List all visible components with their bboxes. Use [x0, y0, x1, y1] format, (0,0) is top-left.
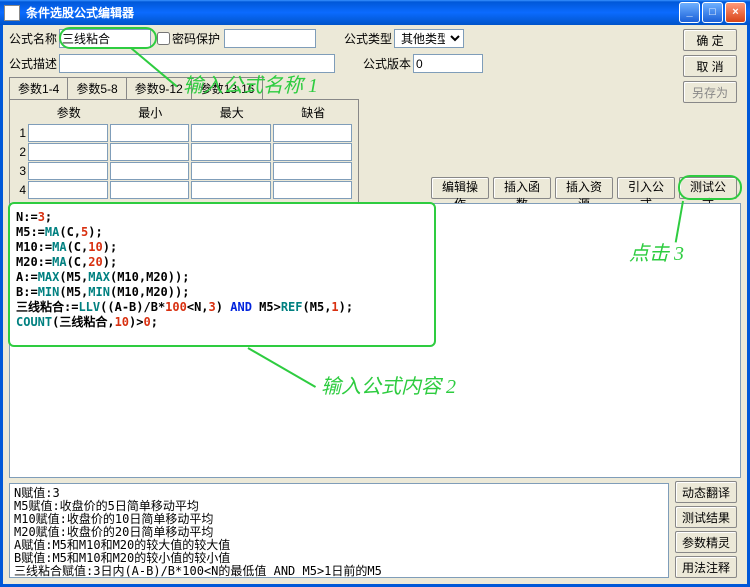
param-col-min: 最小	[110, 104, 192, 123]
test-formula-button[interactable]: 测试公式	[679, 177, 737, 199]
param-col-name: 参数	[28, 104, 110, 123]
output-line: 三线粘合赋值:3日内(A-B)/B*100<N的最低值 AND M5>1日前的M…	[14, 565, 664, 578]
formula-version-input[interactable]	[413, 54, 483, 73]
param-cell[interactable]	[191, 124, 271, 142]
formula-desc-input[interactable]	[59, 54, 335, 73]
param-cell[interactable]	[273, 143, 353, 161]
param-cell[interactable]	[28, 162, 108, 180]
desc-label: 公式描述	[9, 55, 57, 72]
maximize-button[interactable]: □	[702, 2, 723, 23]
window-title: 条件选股公式编辑器	[26, 4, 134, 21]
param-cell[interactable]	[28, 124, 108, 142]
param-row: 3	[14, 162, 354, 180]
insert-function-button[interactable]: 插入函数	[493, 177, 551, 199]
test-result-button[interactable]: 测试结果	[675, 506, 737, 528]
param-cell[interactable]	[28, 143, 108, 161]
param-wizard-button[interactable]: 参数精灵	[675, 531, 737, 553]
params-tabs: 参数1-4 参数5-8 参数9-12 参数13-16 参数 最小 最大 缺省 1…	[9, 77, 359, 206]
tab-params-5-8[interactable]: 参数5-8	[67, 77, 126, 99]
password-protect-checkbox[interactable]	[157, 32, 170, 45]
ver-label: 公式版本	[363, 55, 411, 72]
close-button[interactable]: ×	[725, 2, 746, 23]
formula-type-select[interactable]: 其他类型	[394, 29, 464, 48]
param-cell[interactable]	[110, 162, 190, 180]
param-col-max: 最大	[191, 104, 273, 123]
cancel-button[interactable]: 取 消	[683, 55, 737, 77]
app-icon	[4, 5, 20, 21]
name-label: 公式名称	[9, 30, 57, 47]
param-cell[interactable]	[110, 181, 190, 199]
titlebar: 条件选股公式编辑器 _ □ ×	[0, 0, 750, 25]
params-panel: 参数 最小 最大 缺省 1 2 3 4	[9, 99, 359, 206]
param-row: 2	[14, 143, 354, 161]
type-label: 公式类型	[344, 30, 392, 47]
password-input[interactable]	[224, 29, 316, 48]
tab-params-9-12[interactable]: 参数9-12	[126, 77, 192, 99]
param-cell[interactable]	[110, 143, 190, 161]
formula-code-editor[interactable]: N:=3; M5:=MA(C,5); M10:=MA(C,10); M20:=M…	[9, 203, 741, 478]
saveas-button[interactable]: 另存为	[683, 81, 737, 103]
client-area: 公式名称 密码保护 公式类型 其他类型 公式描述 公式版本 确 定 取 消 另存…	[0, 25, 750, 587]
password-protect-label: 密码保护	[172, 30, 220, 47]
translation-output[interactable]: N赋值:3 M5赋值:收盘价的5日简单移动平均 M10赋值:收盘价的10日简单移…	[9, 483, 669, 578]
tab-params-1-4[interactable]: 参数1-4	[9, 77, 68, 99]
param-cell[interactable]	[191, 143, 271, 161]
edit-operation-button[interactable]: 编辑操作	[431, 177, 489, 199]
ok-button[interactable]: 确 定	[683, 29, 737, 51]
tab-params-13-16[interactable]: 参数13-16	[191, 77, 264, 99]
param-row: 1	[14, 124, 354, 142]
import-formula-button[interactable]: 引入公式	[617, 177, 675, 199]
usage-note-button[interactable]: 用法注释	[675, 556, 737, 578]
param-cell[interactable]	[191, 162, 271, 180]
param-cell[interactable]	[110, 124, 190, 142]
param-cell[interactable]	[273, 124, 353, 142]
param-cell[interactable]	[273, 181, 353, 199]
param-col-default: 缺省	[273, 104, 355, 123]
dynamic-translate-button[interactable]: 动态翻译	[675, 481, 737, 503]
formula-name-input[interactable]	[59, 29, 151, 48]
insert-resource-button[interactable]: 插入资源	[555, 177, 613, 199]
param-cell[interactable]	[191, 181, 271, 199]
param-cell[interactable]	[273, 162, 353, 180]
param-row: 4	[14, 181, 354, 199]
param-cell[interactable]	[28, 181, 108, 199]
minimize-button[interactable]: _	[679, 2, 700, 23]
